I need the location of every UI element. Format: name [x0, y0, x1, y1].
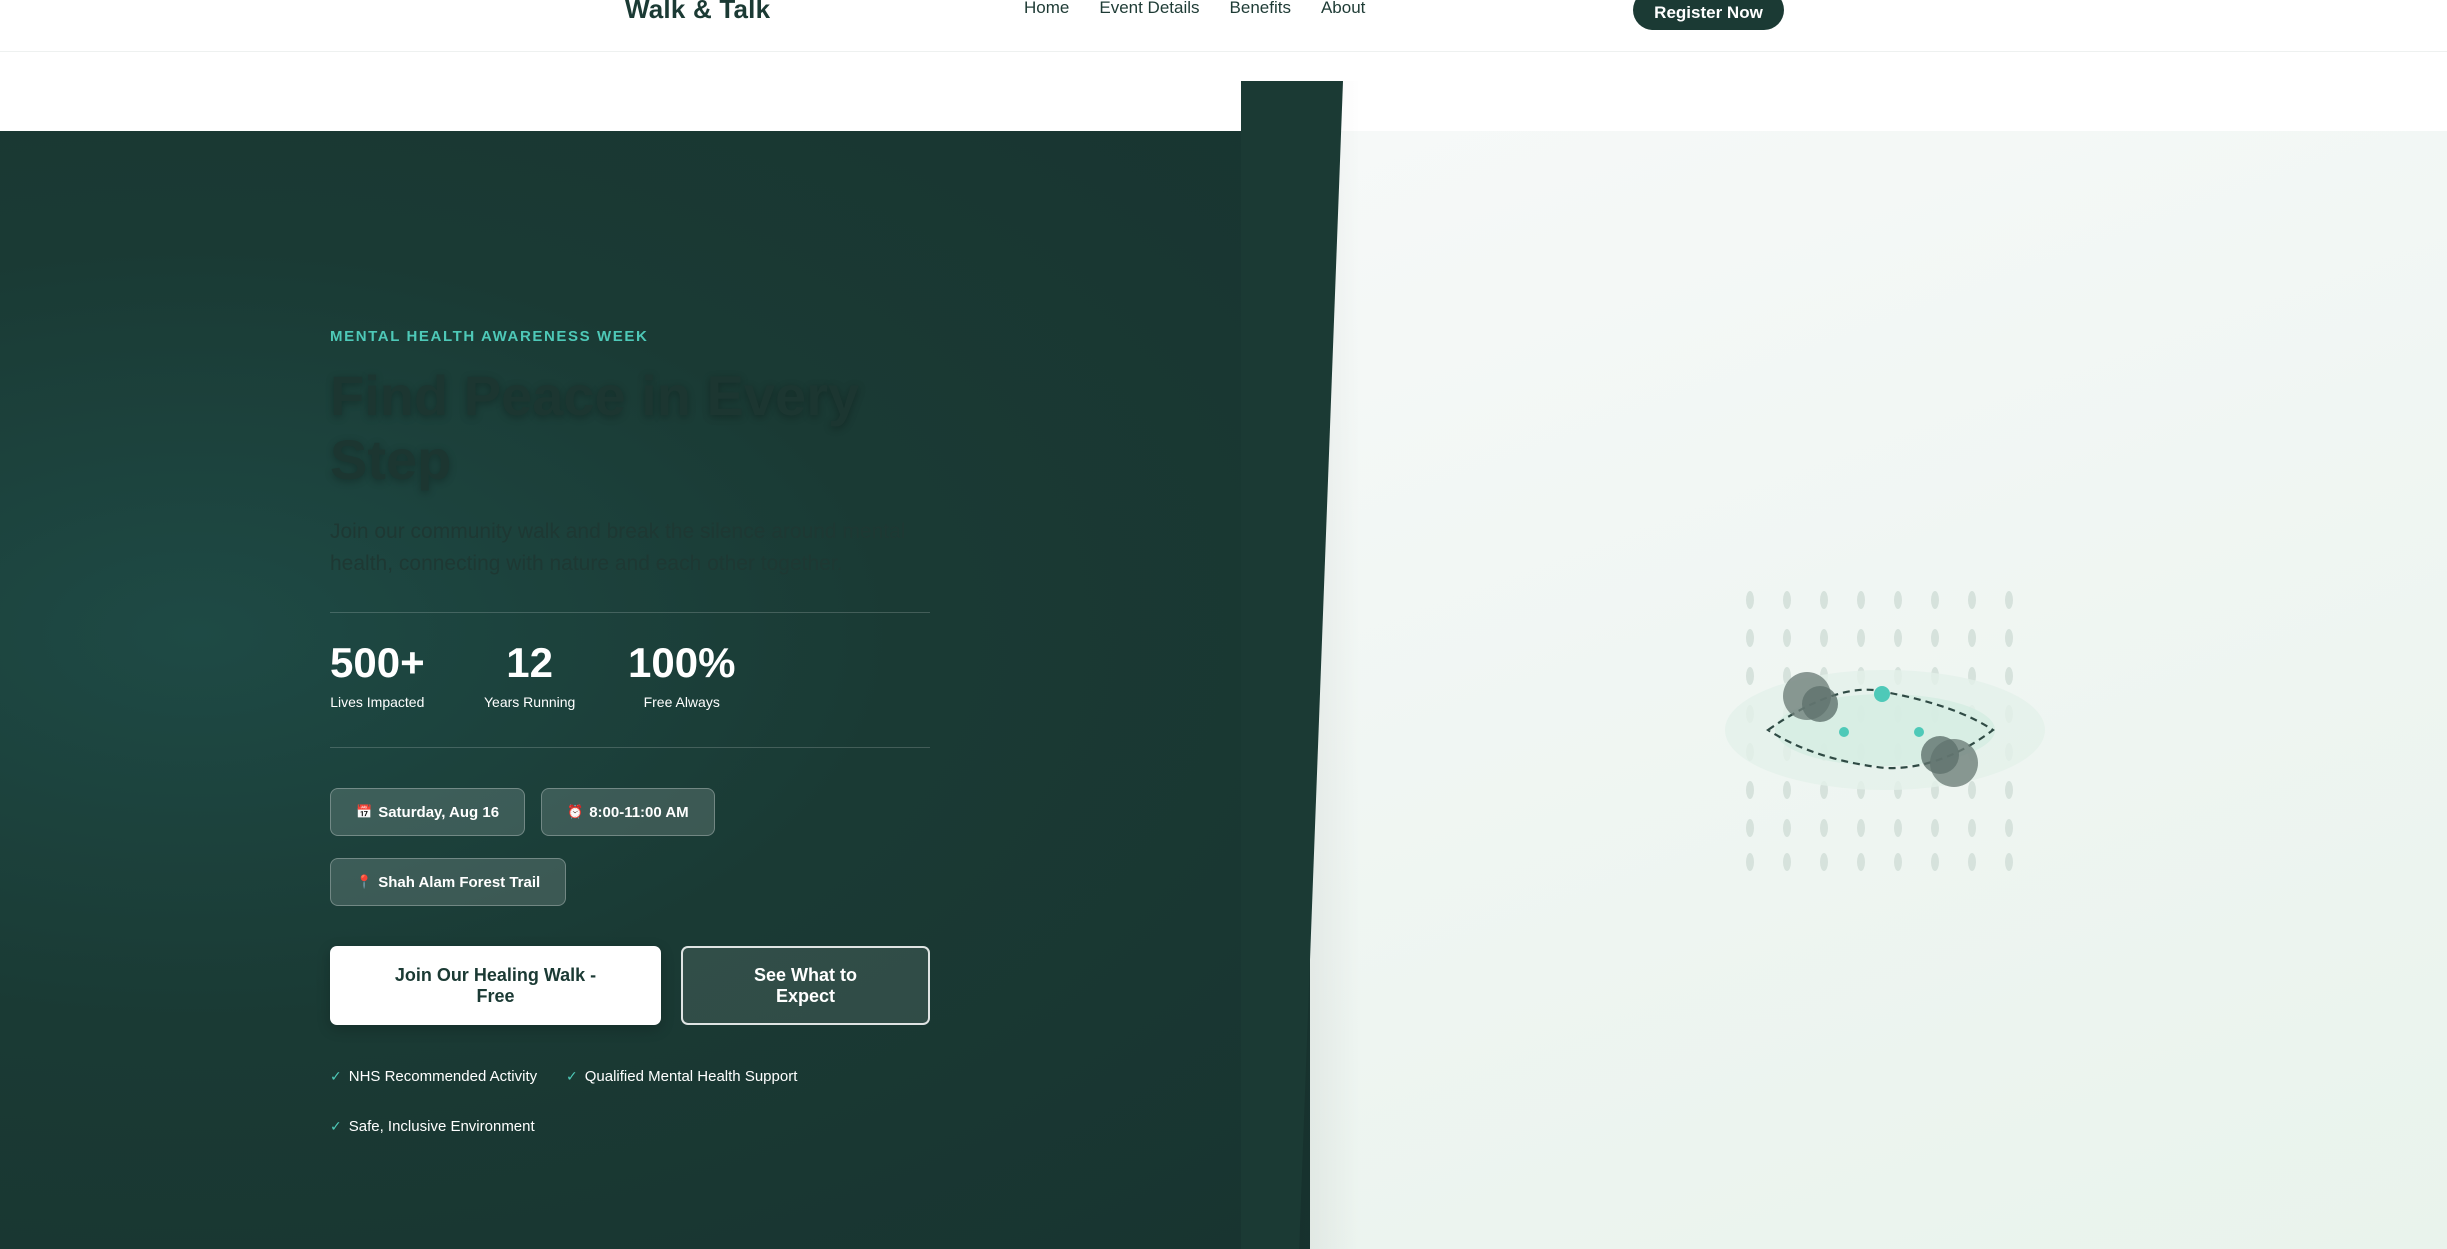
- date-chip: 📅 Saturday, Aug 16: [330, 788, 526, 836]
- stat-lives-impacted: 500+ Lives Impacted: [330, 636, 425, 710]
- pin-icon: 📍: [356, 874, 373, 889]
- check-icon: ✓: [330, 1118, 342, 1134]
- stat-label: Years Running: [484, 694, 576, 710]
- alarm-clock-icon: ⏰: [567, 804, 584, 819]
- stat-value: 100%: [628, 639, 736, 686]
- stat-label: Lives Impacted: [330, 694, 425, 710]
- nav-about[interactable]: About: [1321, 0, 1365, 18]
- stat-free-always: 100% Free Always: [628, 636, 735, 710]
- path-marker: [1839, 727, 1849, 737]
- walking-path-illustration: [1725, 591, 2045, 871]
- site-logo[interactable]: Walk & Talk: [625, 0, 770, 25]
- chip-label: Saturday, Aug 16: [378, 803, 500, 821]
- chip-label: Shah Alam Forest Trail: [378, 873, 541, 891]
- walker-circle: [1921, 736, 1959, 774]
- check-item: ✓ Qualified Mental Health Support: [566, 1068, 797, 1085]
- main-nav: Home Event Details Benefits About: [1024, 0, 1365, 18]
- nav-event-details[interactable]: Event Details: [1099, 0, 1199, 18]
- hero-title: Find Peace in Every Step: [330, 364, 860, 491]
- walker-circle: [1802, 686, 1838, 722]
- site-header: Walk & Talk Home Event Details Benefits …: [0, 0, 2447, 52]
- location-chip: 📍 Shah Alam Forest Trail: [330, 858, 567, 906]
- check-icon: ✓: [330, 1068, 342, 1084]
- path-marker: [1874, 686, 1890, 702]
- hero-subtitle: Join our community walk and break the si…: [330, 520, 906, 575]
- stat-label: Free Always: [643, 694, 720, 710]
- check-icon: ✓: [566, 1068, 578, 1084]
- check-label: NHS Recommended Activity: [348, 1068, 538, 1085]
- join-walk-button[interactable]: Join Our Healing Walk - Free: [330, 946, 661, 1025]
- chip-label: 8:00-11:00 AM: [589, 803, 689, 821]
- stat-years-running: 12 Years Running: [484, 636, 575, 710]
- nav-home[interactable]: Home: [1024, 0, 1069, 18]
- check-label: Safe, Inclusive Environment: [348, 1118, 535, 1135]
- time-chip: ⏰ 8:00-11:00 AM: [541, 788, 715, 836]
- check-label: Qualified Mental Health Support: [584, 1068, 798, 1085]
- stats-divider-top: [330, 612, 930, 613]
- stat-value: 12: [506, 639, 554, 686]
- nav-benefits[interactable]: Benefits: [1230, 0, 1291, 18]
- check-item: ✓ Safe, Inclusive Environment: [330, 1118, 535, 1135]
- stats-divider-bottom: [330, 747, 930, 748]
- hero-eyebrow: MENTAL HEALTH AWARENESS WEEK: [330, 328, 649, 345]
- check-item: ✓ NHS Recommended Activity: [330, 1068, 537, 1085]
- path-marker: [1914, 727, 1924, 737]
- calendar-icon: 📅: [356, 804, 373, 819]
- register-now-button[interactable]: Register Now: [1633, 0, 1784, 30]
- stat-value: 500+: [330, 639, 425, 686]
- see-what-to-expect-button[interactable]: See What to Expect: [681, 946, 930, 1025]
